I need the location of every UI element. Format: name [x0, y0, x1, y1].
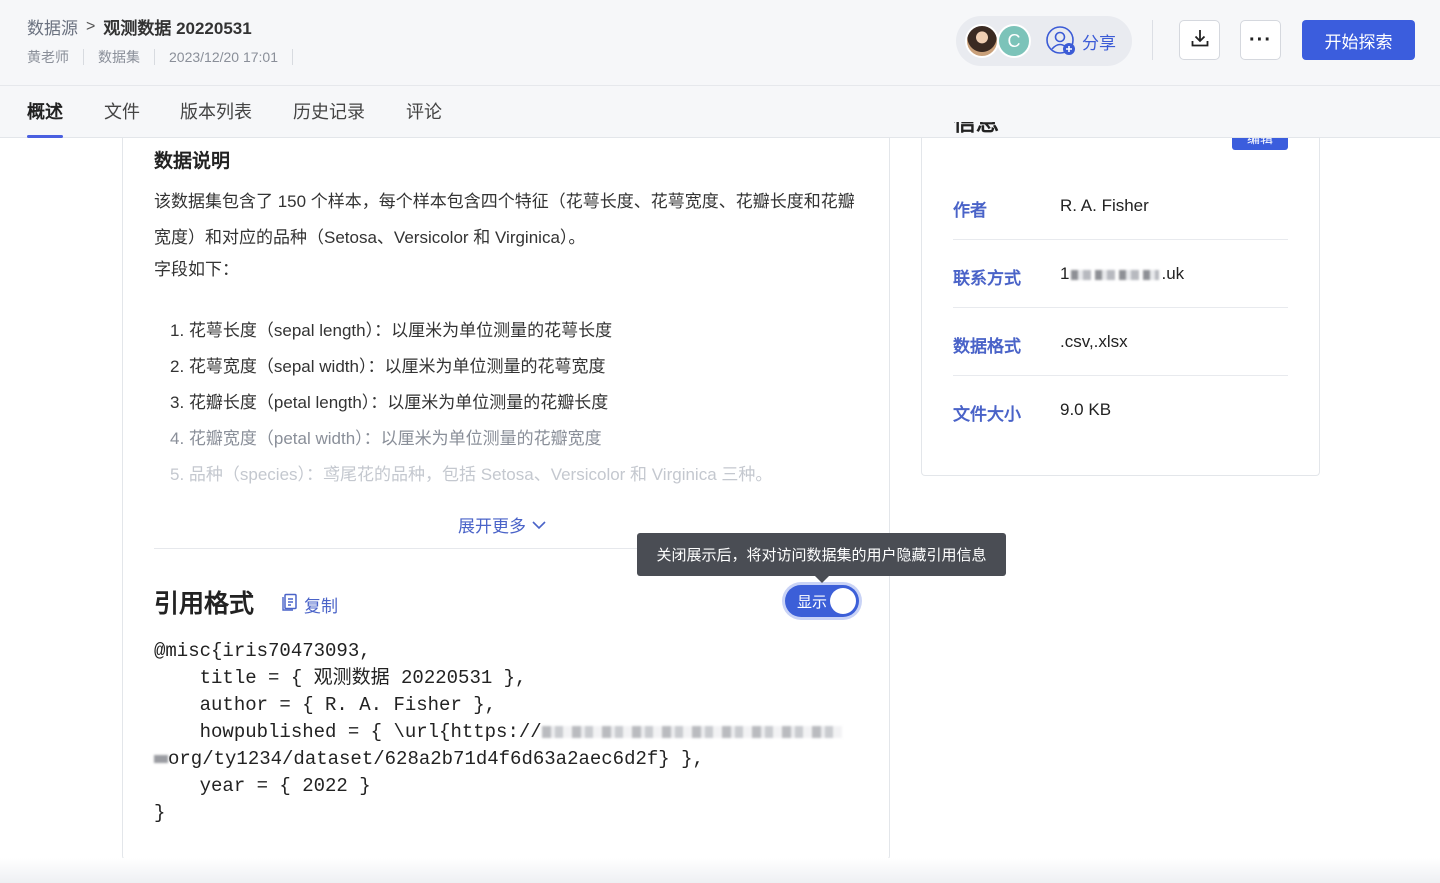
- expand-label: 展开更多: [458, 517, 526, 536]
- show-citation-toggle[interactable]: 显示: [785, 585, 859, 617]
- info-row-contact: 联系方式 1 .uk: [953, 240, 1288, 308]
- copy-icon: [282, 593, 298, 616]
- edit-button[interactable]: 编辑: [1232, 138, 1288, 150]
- description-heading: 数据说明: [154, 151, 231, 172]
- collaborators-group: C 分享: [956, 16, 1132, 66]
- share-label: 分享: [1082, 33, 1116, 53]
- contact-prefix: 1: [1060, 264, 1070, 283]
- avatar[interactable]: C: [997, 24, 1031, 58]
- code-line: title = { 观测数据 20220531 },: [154, 667, 527, 689]
- info-key: 联系方式: [953, 269, 1021, 288]
- more-button[interactable]: ···: [1240, 20, 1281, 60]
- dataset-type: 数据集: [84, 49, 155, 65]
- tab-history[interactable]: 历史记录: [293, 98, 365, 138]
- code-line: year = { 2022 }: [154, 775, 371, 797]
- add-user-icon: [1046, 26, 1076, 56]
- code-line: }: [154, 802, 166, 824]
- list-item: 2. 花萼宽度（sepal width）：以厘米为单位测量的花萼宽度: [170, 357, 606, 376]
- info-row-author: 作者 R. A. Fisher: [953, 172, 1288, 240]
- redacted-text: [541, 725, 842, 738]
- info-heading: 信息: [953, 122, 999, 135]
- share-button[interactable]: 分享: [1046, 26, 1116, 56]
- toggle-tooltip: 关闭展示后，将对访问数据集的用户隐藏引用信息: [637, 533, 1006, 583]
- copy-button[interactable]: 复制: [282, 592, 338, 617]
- code-line: @misc{iris70473093,: [154, 640, 371, 662]
- top-bar: 数据源 > 观测数据 20220531 黄老师 数据集 2023/12/20 1…: [0, 0, 1440, 86]
- info-row-format: 数据格式 .csv,.xlsx: [953, 308, 1288, 376]
- code-line: org/ty1234/dataset/628a2b71d4f6d63a2aec6…: [168, 748, 704, 770]
- citation-code: @misc{iris70473093, title = { 观测数据 20220…: [154, 638, 842, 827]
- list-item: 4. 花瓣宽度（petal width）：以厘米为单位测量的花瓣宽度: [170, 429, 602, 448]
- breadcrumb-root-link[interactable]: 数据源: [27, 14, 78, 39]
- breadcrumb: 数据源 > 观测数据 20220531: [27, 14, 252, 39]
- code-line: author = { R. A. Fisher },: [154, 694, 497, 716]
- contact-suffix: .uk: [1161, 264, 1185, 283]
- redacted-text: [154, 754, 168, 763]
- tab-files[interactable]: 文件: [104, 98, 140, 138]
- owner-name: 黄老师: [27, 49, 84, 65]
- dataset-meta: 黄老师 数据集 2023/12/20 17:01: [27, 49, 293, 65]
- more-icon: ···: [1249, 28, 1272, 51]
- description-text: 该数据集包含了 150 个样本，每个样本包含四个特征（花萼长度、花萼宽度、花瓣长…: [154, 192, 855, 247]
- expand-more-button[interactable]: 展开更多: [458, 512, 546, 537]
- start-explore-button[interactable]: 开始探索: [1302, 20, 1415, 60]
- info-value: .csv,.xlsx: [1060, 332, 1128, 351]
- info-value: 9.0 KB: [1060, 400, 1112, 419]
- avatar[interactable]: [965, 24, 999, 58]
- fields-label: 字段如下：: [154, 260, 239, 279]
- citation-heading: 引用格式: [154, 590, 255, 618]
- list-item: 3. 花瓣长度（petal length）：以厘米为单位测量的花瓣长度: [170, 393, 609, 412]
- updated-time: 2023/12/20 17:01: [155, 49, 293, 65]
- tab-bar: 概述 文件 版本列表 历史记录 评论: [0, 86, 1440, 138]
- toggle-knob: [830, 588, 856, 614]
- bottom-edge: [0, 858, 1440, 883]
- redacted-text: [1071, 269, 1160, 280]
- info-value: 1 .uk: [1060, 264, 1184, 284]
- info-key: 数据格式: [953, 337, 1021, 356]
- list-item: 1. 花萼长度（sepal length）：以厘米为单位测量的花萼长度: [170, 321, 613, 340]
- tab-versions[interactable]: 版本列表: [180, 98, 252, 138]
- tab-overview[interactable]: 概述: [27, 98, 63, 138]
- download-icon: [1190, 28, 1210, 53]
- divider: [1152, 20, 1153, 60]
- info-value: R. A. Fisher: [1060, 196, 1149, 215]
- info-key: 文件大小: [953, 405, 1021, 424]
- page-title: 观测数据 20220531: [103, 19, 252, 38]
- breadcrumb-separator: >: [86, 17, 96, 35]
- tab-comments[interactable]: 评论: [406, 98, 442, 138]
- code-line: howpublished = { \url{https://: [154, 721, 542, 743]
- overview-card: 数据说明 该数据集包含了 150 个样本，每个样本包含四个特征（花萼长度、花萼宽…: [122, 138, 890, 860]
- copy-label: 复制: [304, 597, 338, 616]
- list-item: 5. 品种（species）：鸢尾花的品种，包括 Setosa、Versicol…: [170, 465, 773, 484]
- info-row-size: 文件大小 9.0 KB: [953, 376, 1288, 444]
- info-key: 作者: [953, 201, 987, 220]
- download-button[interactable]: [1179, 20, 1220, 60]
- info-card: 信息 编辑 作者 R. A. Fisher 联系方式 1 .uk 数据格式 .cs…: [921, 122, 1320, 476]
- chevron-down-icon: [532, 515, 546, 535]
- toggle-label: 显示: [797, 594, 828, 611]
- fields-list: 1. 花萼长度（sepal length）：以厘米为单位测量的花萼长度 2. 花…: [170, 313, 772, 493]
